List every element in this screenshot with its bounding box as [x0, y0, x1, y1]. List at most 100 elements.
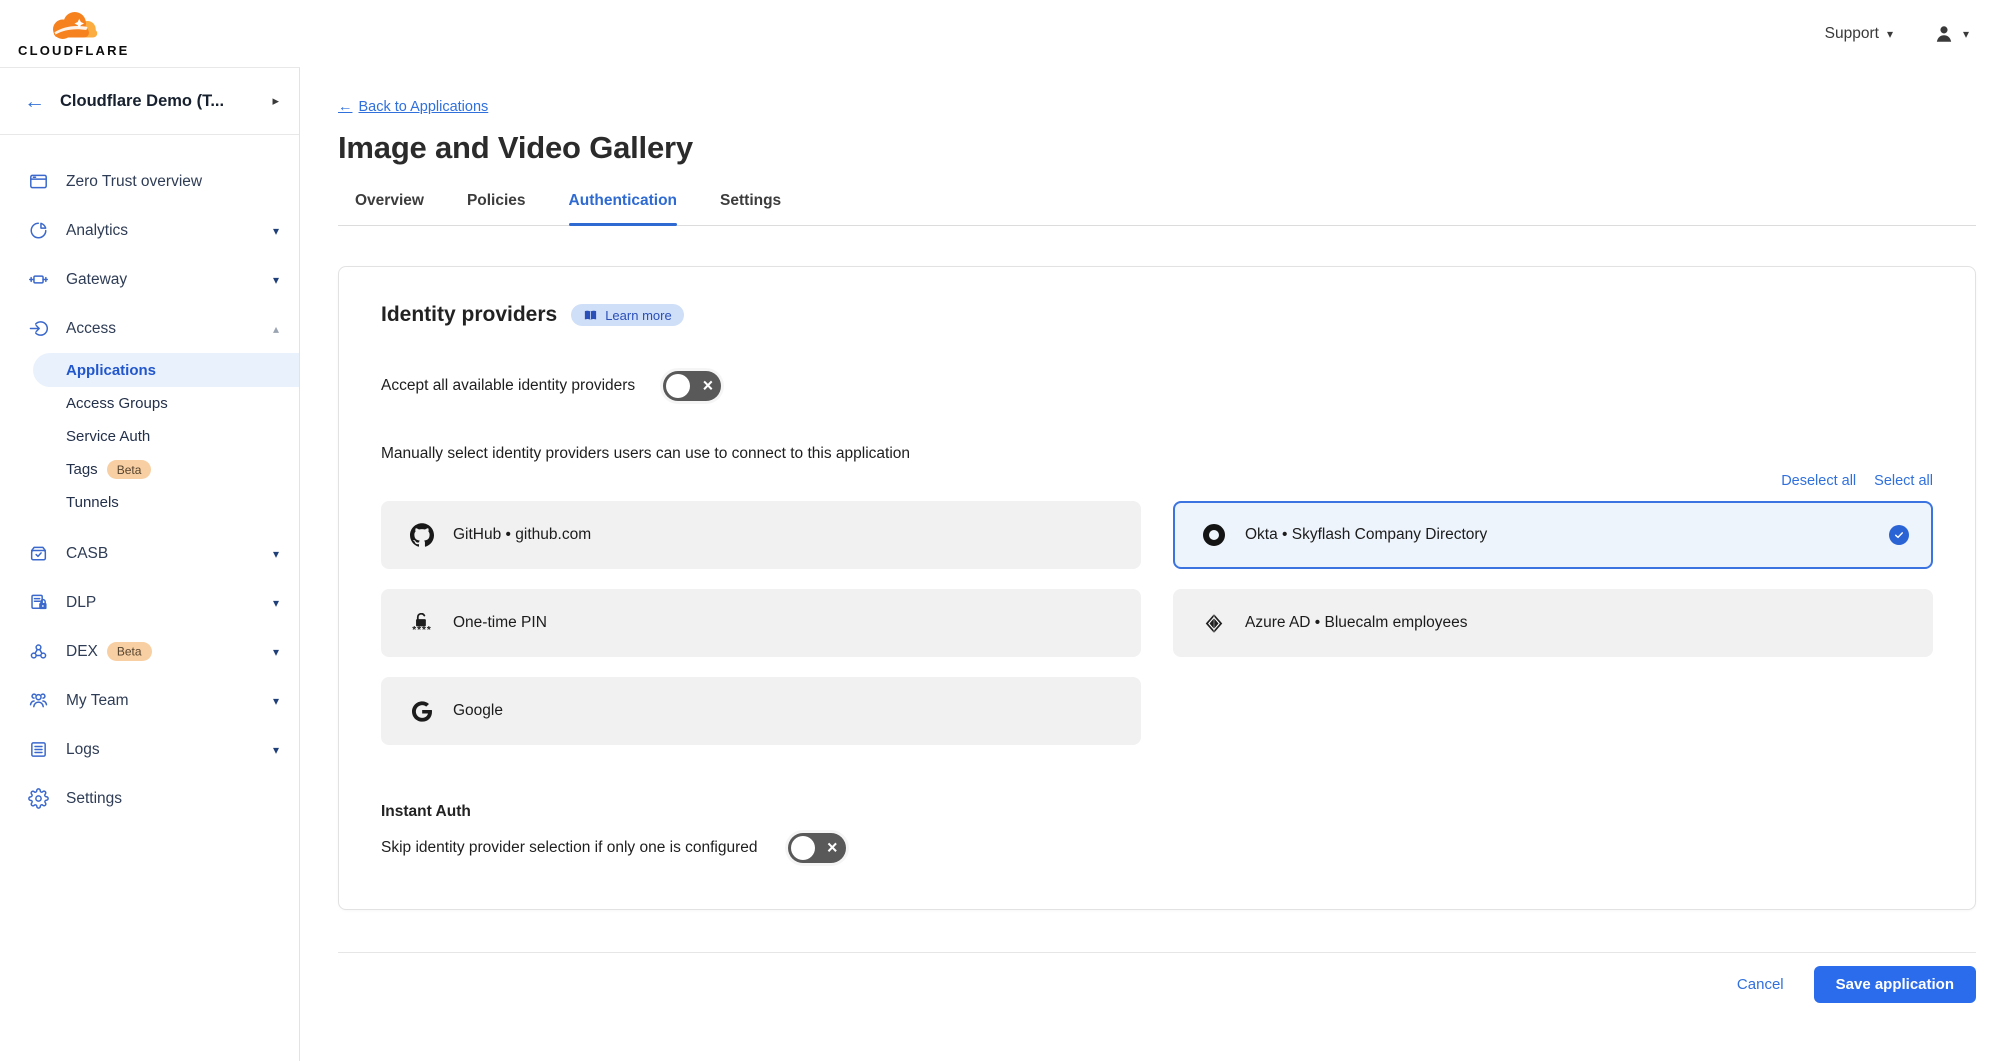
chevron-down-icon: ▾ [273, 273, 279, 287]
provider-tile-one-time-pin[interactable]: **** One-time PIN [381, 589, 1141, 657]
sidebar-item-label: Analytics [66, 222, 256, 240]
sidebar-item-label: Zero Trust overview [66, 173, 279, 191]
sidebar-item-settings[interactable]: Settings [0, 774, 299, 823]
sidebar-nav: Zero Trust overview Analytics ▾ Gateway … [0, 135, 299, 823]
cloudflare-cloud-icon [43, 9, 105, 42]
tab-settings[interactable]: Settings [720, 192, 781, 225]
sidebar-item-label: CASB [66, 545, 256, 563]
sidebar-item-label: My Team [66, 692, 256, 710]
dlp-icon [28, 592, 49, 613]
learn-more-label: Learn more [605, 308, 671, 323]
logs-icon [28, 739, 49, 760]
chevron-down-icon: ▾ [273, 743, 279, 757]
toggle-off-x-icon: × [827, 838, 838, 856]
team-name: Cloudflare Demo (T... [60, 92, 257, 111]
sidebar-item-label: DEXBeta [66, 643, 256, 661]
sidebar-item-label: Gateway [66, 271, 256, 289]
sidebar-item-dex[interactable]: DEXBeta ▾ [0, 627, 299, 676]
one-time-pin-icon: **** [409, 613, 435, 633]
access-subnav: Applications Access Groups Service Auth … [0, 353, 299, 519]
page-title: Image and Video Gallery [338, 130, 1976, 166]
chevron-down-icon: ▾ [273, 694, 279, 708]
access-icon [28, 318, 49, 339]
toggle-knob [666, 374, 690, 398]
sidebar-subitem-label: Applications [66, 362, 156, 379]
sidebar-item-dlp[interactable]: DLP ▾ [0, 578, 299, 627]
tab-overview[interactable]: Overview [355, 192, 424, 225]
sidebar-item-zero-trust-overview[interactable]: Zero Trust overview [0, 157, 299, 206]
sidebar-item-analytics[interactable]: Analytics ▾ [0, 206, 299, 255]
sidebar-subitem-label: Tunnels [66, 494, 119, 511]
beta-badge: Beta [107, 460, 152, 479]
sidebar-item-gateway[interactable]: Gateway ▾ [0, 255, 299, 304]
analytics-icon [28, 220, 49, 241]
okta-icon [1201, 523, 1227, 547]
chevron-down-icon: ▾ [273, 596, 279, 610]
gateway-icon [28, 269, 49, 290]
sidebar-item-label: Logs [66, 741, 256, 759]
cancel-button[interactable]: Cancel [1737, 976, 1784, 993]
chevron-down-icon: ▾ [273, 547, 279, 561]
sidebar-subitem-label: Access Groups [66, 395, 168, 412]
book-icon [583, 308, 598, 323]
tab-policies[interactable]: Policies [467, 192, 526, 225]
sidebar-item-access[interactable]: Access ▴ [0, 304, 299, 353]
chevron-down-icon: ▾ [273, 224, 279, 238]
learn-more-link[interactable]: Learn more [571, 304, 683, 326]
sidebar-item-access-groups[interactable]: Access Groups [0, 387, 299, 420]
gear-icon [28, 788, 49, 809]
instant-auth-heading: Instant Auth [381, 803, 1933, 821]
team-icon [28, 690, 49, 711]
identity-providers-card: Identity providers Learn more Accept all… [338, 266, 1976, 910]
casb-icon [28, 543, 49, 564]
provider-tile-okta[interactable]: Okta • Skyflash Company Directory [1173, 501, 1933, 569]
instant-auth-toggle[interactable]: × [788, 833, 846, 863]
azure-ad-icon [1201, 612, 1227, 635]
selected-check-icon [1889, 525, 1909, 545]
sidebar-item-label: Access [66, 320, 256, 338]
support-menu[interactable]: Support ▾ [1825, 25, 1893, 43]
sidebar-item-tags[interactable]: Tags Beta [0, 453, 299, 486]
deselect-all-link[interactable]: Deselect all [1781, 473, 1856, 489]
sidebar-item-service-auth[interactable]: Service Auth [0, 420, 299, 453]
dex-icon [28, 641, 49, 662]
dashboard-icon [28, 171, 49, 192]
support-label: Support [1825, 25, 1879, 43]
save-application-button[interactable]: Save application [1814, 966, 1976, 1003]
sidebar-item-casb[interactable]: CASB ▾ [0, 529, 299, 578]
provider-tile-google[interactable]: Google [381, 677, 1141, 745]
toggle-knob [791, 836, 815, 860]
provider-name: Google [453, 702, 1117, 720]
cloudflare-logo[interactable]: CLOUDFLARE [18, 9, 130, 58]
user-menu[interactable]: ▾ [1933, 23, 1969, 45]
provider-tile-azure-ad[interactable]: Azure AD • Bluecalm employees [1173, 589, 1933, 657]
chevron-up-icon: ▴ [273, 322, 279, 336]
sidebar-item-my-team[interactable]: My Team ▾ [0, 676, 299, 725]
team-switcher[interactable]: ← Cloudflare Demo (T... ▸ [0, 68, 299, 135]
chevron-down-icon: ▾ [273, 645, 279, 659]
select-all-link[interactable]: Select all [1874, 473, 1933, 489]
sidebar-item-label: DLP [66, 594, 256, 612]
provider-tile-github[interactable]: GitHub • github.com [381, 501, 1141, 569]
sidebar-item-logs[interactable]: Logs ▾ [0, 725, 299, 774]
back-arrow-icon[interactable]: ← [24, 91, 45, 112]
provider-name: GitHub • github.com [453, 526, 1117, 544]
brand-wordmark: CLOUDFLARE [18, 43, 130, 58]
beta-badge: Beta [107, 642, 152, 661]
main-content: ← Back to Applications Image and Video G… [300, 67, 1999, 1061]
sidebar-item-applications[interactable]: Applications [33, 353, 299, 387]
instant-auth-label: Skip identity provider selection if only… [381, 839, 758, 857]
manual-select-text: Manually select identity providers users… [381, 445, 1933, 463]
tab-authentication[interactable]: Authentication [569, 192, 678, 225]
toggle-off-x-icon: × [703, 376, 714, 394]
google-icon [409, 701, 435, 722]
pin-stars: **** [412, 628, 432, 633]
sidebar-item-tunnels[interactable]: Tunnels [0, 486, 299, 519]
accept-all-toggle[interactable]: × [663, 371, 721, 401]
tab-bar: Overview Policies Authentication Setting… [338, 192, 1976, 226]
user-icon [1933, 23, 1955, 45]
sidebar-subitem-label: Service Auth [66, 428, 150, 445]
back-to-applications-link[interactable]: ← Back to Applications [338, 99, 488, 115]
chevron-right-icon: ▸ [272, 93, 279, 109]
back-link-label: Back to Applications [359, 99, 489, 115]
